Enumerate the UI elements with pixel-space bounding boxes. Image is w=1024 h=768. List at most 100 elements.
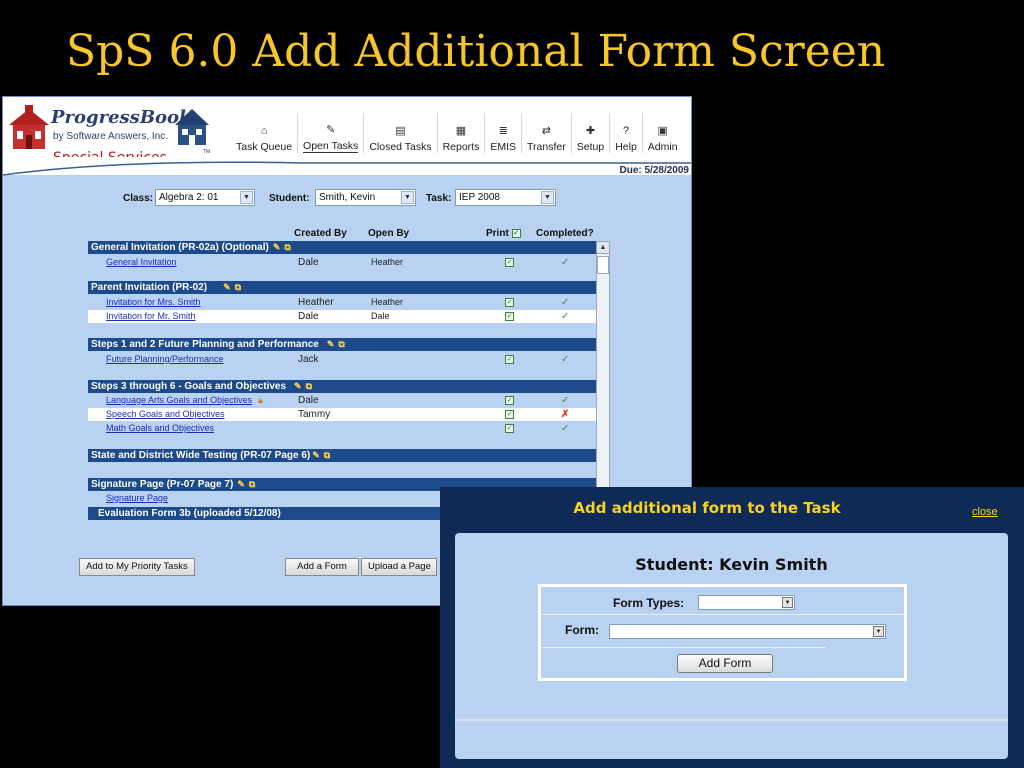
scroll-up-icon[interactable]: ▲ <box>597 242 609 254</box>
completed-check-icon: ✓ <box>561 423 570 434</box>
task-value: IEP 2008 <box>459 192 500 203</box>
lock-icon: 🔒︎ <box>258 395 263 405</box>
copy-icon[interactable]: ⧉ <box>338 339 344 349</box>
open-by: Heather <box>371 297 404 307</box>
toolbar-help[interactable]: ? Help <box>609 113 642 153</box>
divider <box>541 614 904 615</box>
copy-icon[interactable]: ⧉ <box>235 282 241 292</box>
created-by: Heather <box>298 297 334 308</box>
setup-icon: ✚ <box>585 125 596 137</box>
print-all-checkbox[interactable]: ✓ <box>511 228 521 238</box>
closed-tasks-icon: ▤ <box>395 125 406 137</box>
reports-icon: ▦ <box>455 125 467 137</box>
edit-icon: ✎ <box>326 124 336 136</box>
student-name: Student: Kevin Smith <box>635 555 828 574</box>
student-select[interactable]: Smith, Kevin ▼ <box>315 189 416 206</box>
toolbar-setup[interactable]: ✚ Setup <box>570 113 609 153</box>
close-link[interactable]: close <box>972 506 998 518</box>
section-future-planning: Steps 1 and 2 Future Planning and Perfor… <box>88 338 596 351</box>
col-completed: Completed? <box>536 228 594 239</box>
copy-icon[interactable]: ⧉ <box>324 450 330 460</box>
toolbar-reports[interactable]: ▦ Reports <box>436 113 485 153</box>
section-title: Steps 3 through 6 - Goals and Objectives <box>91 381 287 392</box>
form-link[interactable]: Future Planning/Performance <box>106 353 224 366</box>
toolbar-admin[interactable]: ▣ Admin <box>641 113 683 153</box>
slide-title: SpS 6.0 Add Additional Form Screen <box>66 26 886 77</box>
section-title: Parent Invitation (PR-02) <box>91 282 208 293</box>
filter-bar: Class: Algebra 2: 01 ▼ Student: Smith, K… <box>3 189 691 209</box>
add-form-dialog: Add additional form to the Task close St… <box>440 487 1024 768</box>
task-label: Task: <box>426 193 452 204</box>
chevron-down-icon: ▼ <box>401 191 414 204</box>
print-checkbox[interactable]: ✓ <box>505 258 514 267</box>
edit-icon[interactable]: ✎ <box>294 381 302 391</box>
edit-icon[interactable]: ✎ <box>327 339 335 349</box>
home-icon: ⌂ <box>260 125 268 137</box>
print-checkbox[interactable]: ✓ <box>505 424 514 433</box>
edit-icon[interactable]: ✎ <box>273 242 281 252</box>
student-value: Smith, Kevin <box>319 192 376 203</box>
toolbar-label: Open Tasks <box>303 140 359 153</box>
form-select[interactable]: ▼ <box>609 624 886 639</box>
add-form-submit-button[interactable]: Add Form <box>677 654 773 673</box>
completed-check-icon: ✓ <box>561 311 570 322</box>
table-row: General Invitation Dale Heather ✓ ✓ <box>88 256 596 269</box>
form-types-select[interactable]: ▼ <box>698 595 795 610</box>
add-to-priority-button[interactable]: Add to My Priority Tasks <box>79 558 195 576</box>
toolbar-label: Transfer <box>527 141 566 153</box>
class-value: Algebra 2: 01 <box>159 192 219 203</box>
copy-icon[interactable]: ⧉ <box>284 242 290 252</box>
form-selection-box: Form Types: ▼ Form: ▼ Add Form <box>538 584 907 681</box>
trademark: TM <box>203 149 211 155</box>
section-title: Evaluation Form 3b (uploaded 5/12/08) <box>98 508 281 519</box>
form-link[interactable]: Invitation for Mrs. Smith <box>106 296 201 309</box>
schoolhouse-logo-icon <box>9 105 49 149</box>
table-row: Language Arts Goals and Objectives 🔒︎ Da… <box>88 394 596 407</box>
form-link[interactable]: Language Arts Goals and Objectives <box>106 394 252 407</box>
section-parent-invitation: Parent Invitation (PR-02) ✎ ⧉ <box>88 281 596 294</box>
toolbar-emis[interactable]: ≣ EMIS <box>484 113 521 153</box>
class-select[interactable]: Algebra 2: 01 ▼ <box>155 189 255 206</box>
scroll-thumb[interactable] <box>597 256 609 274</box>
logo-name: ProgressBook <box>51 107 192 128</box>
edit-icon[interactable]: ✎ <box>237 479 245 489</box>
header-curve-decoration <box>3 157 691 176</box>
col-open-by: Open By <box>368 228 410 239</box>
completed-check-icon: ✓ <box>561 354 570 365</box>
edit-icon[interactable]: ✎ <box>223 282 231 292</box>
print-checkbox[interactable]: ✓ <box>505 355 514 364</box>
chevron-down-icon: ▼ <box>782 597 793 608</box>
toolbar-transfer[interactable]: ⇄ Transfer <box>521 113 571 153</box>
divider <box>541 647 826 648</box>
help-icon: ? <box>622 125 630 137</box>
created-by: Dale <box>298 395 319 406</box>
toolbar-task-queue[interactable]: ⌂ Task Queue <box>231 113 297 153</box>
add-form-button[interactable]: Add a Form <box>285 558 359 576</box>
task-select[interactable]: IEP 2008 ▼ <box>455 189 556 206</box>
blue-house-icon <box>175 109 209 145</box>
toolbar-open-tasks[interactable]: ✎ Open Tasks <box>297 113 363 153</box>
upload-page-button[interactable]: Upload a Page <box>361 558 437 576</box>
print-checkbox[interactable]: ✓ <box>505 410 514 419</box>
toolbar-closed-tasks[interactable]: ▤ Closed Tasks <box>363 113 436 153</box>
form-link[interactable]: General Invitation <box>106 256 177 269</box>
edit-icon[interactable]: ✎ <box>312 450 320 460</box>
copy-icon[interactable]: ⧉ <box>306 381 312 391</box>
print-checkbox[interactable]: ✓ <box>505 396 514 405</box>
form-link[interactable]: Signature Page <box>106 492 168 505</box>
toolbar-label: Help <box>615 141 637 153</box>
form-label: Form: <box>565 623 599 637</box>
divider <box>455 719 1008 721</box>
print-checkbox[interactable]: ✓ <box>505 312 514 321</box>
section-state-testing: State and District Wide Testing (PR-07 P… <box>88 449 596 462</box>
section-title: State and District Wide Testing (PR-07 P… <box>91 450 311 461</box>
due-date: Due: 5/28/2009 <box>619 165 690 176</box>
form-link[interactable]: Speech Goals and Objectives <box>106 408 225 421</box>
logo-subtitle: by Software Answers, Inc. <box>53 131 169 142</box>
copy-icon[interactable]: ⧉ <box>249 479 255 489</box>
toolbar-label: Admin <box>647 141 678 153</box>
print-checkbox[interactable]: ✓ <box>505 298 514 307</box>
open-by: Dale <box>371 311 390 321</box>
form-link[interactable]: Invitation for Mr. Smith <box>106 310 196 323</box>
form-link[interactable]: Math Goals and Objectives <box>106 422 214 435</box>
